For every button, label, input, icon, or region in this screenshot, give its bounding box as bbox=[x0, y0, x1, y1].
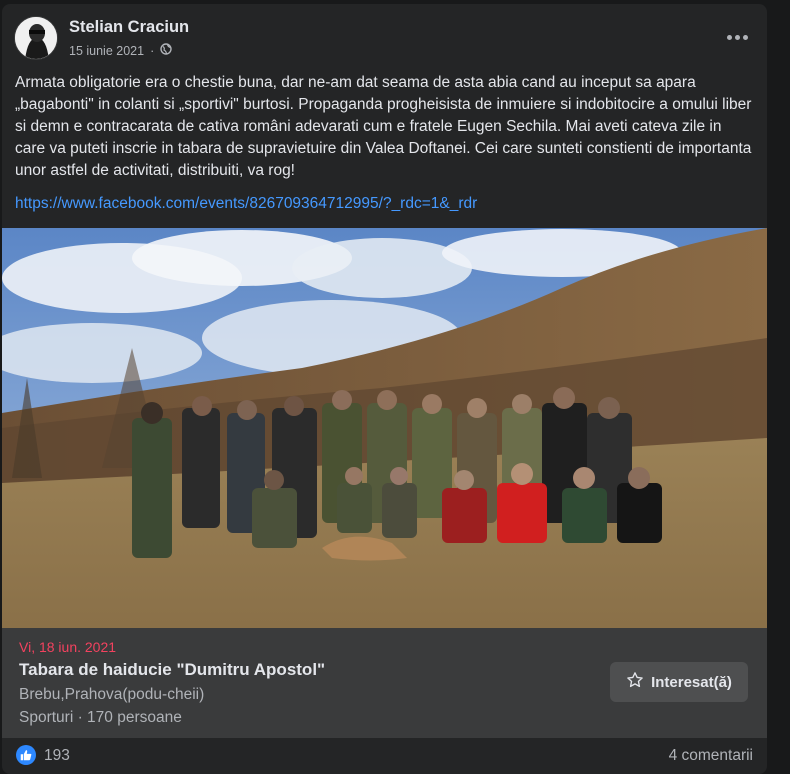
reactions-bar: 193 4 comentarii bbox=[2, 738, 767, 774]
interested-label: Interesat(ă) bbox=[651, 673, 732, 691]
post-header: Stelian Craciun 15 iunie 2021 · bbox=[2, 4, 767, 70]
globe-icon bbox=[160, 43, 172, 58]
like-count[interactable]: 193 bbox=[44, 747, 70, 765]
post-photo[interactable] bbox=[2, 228, 767, 628]
event-category: Sporturi · 170 persoane bbox=[19, 709, 182, 726]
like-icon[interactable] bbox=[16, 745, 36, 765]
event-date: Vi, 18 iun. 2021 bbox=[19, 639, 117, 655]
event-title[interactable]: Tabara de haiducie "Dumitru Apostol" bbox=[19, 660, 325, 680]
post-date[interactable]: 15 iunie 2021 bbox=[69, 44, 144, 58]
post-meta: 15 iunie 2021 · bbox=[69, 43, 172, 58]
author-name[interactable]: Stelian Craciun bbox=[69, 18, 189, 37]
author-avatar[interactable] bbox=[14, 16, 58, 60]
event-link[interactable]: https://www.facebook.com/events/82670936… bbox=[15, 195, 477, 213]
more-options-button[interactable] bbox=[719, 19, 755, 55]
event-preview[interactable]: Vi, 18 iun. 2021 Tabara de haiducie "Dum… bbox=[2, 628, 767, 738]
post-text: Armata obligatorie era o chestie buna, d… bbox=[15, 74, 752, 179]
more-options-icon bbox=[726, 34, 732, 40]
post-card: Stelian Craciun 15 iunie 2021 · Armata o… bbox=[2, 4, 767, 774]
dot-separator: · bbox=[150, 43, 155, 58]
interested-button[interactable]: Interesat(ă) bbox=[610, 662, 748, 702]
star-icon bbox=[626, 671, 644, 693]
comments-count[interactable]: 4 comentarii bbox=[669, 747, 753, 765]
event-location: Brebu,Prahova(podu-cheii) bbox=[19, 686, 205, 703]
